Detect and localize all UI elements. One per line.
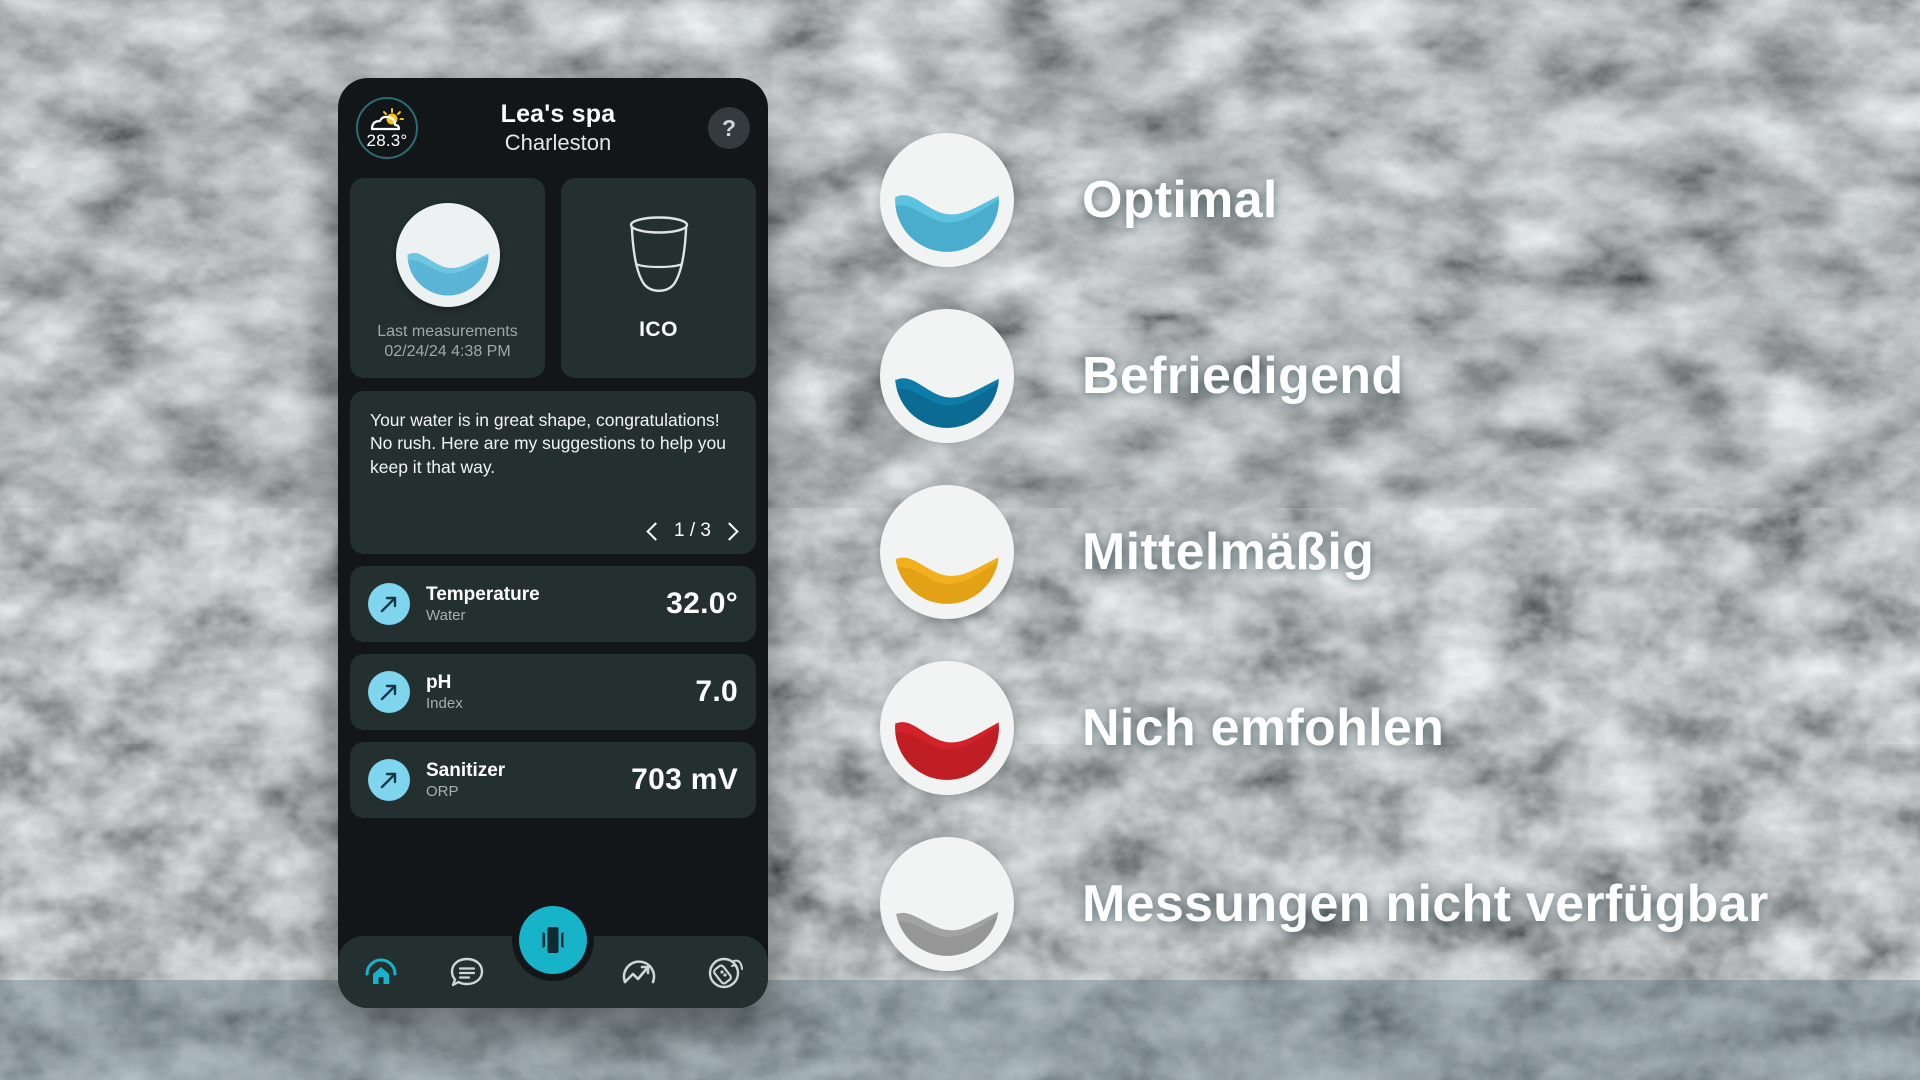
metric-value: 7.0: [695, 675, 738, 708]
metric-unit: Water: [426, 607, 466, 624]
legend-swatch-mittelmaessig: [880, 485, 1014, 619]
arrow-up-right-glyph: [380, 684, 397, 701]
legend-swatch-optimal: [880, 133, 1014, 267]
chevron-right-icon[interactable]: [720, 521, 739, 541]
advice-pager: 1 / 3: [370, 520, 739, 542]
ico-device-icon: [629, 216, 688, 292]
ico-device-label: ICO: [639, 318, 678, 341]
bottom-navigation: [338, 900, 768, 1008]
chevron-left-icon[interactable]: [646, 521, 665, 541]
wave-glyph: [895, 371, 999, 428]
metric-value: 703 mV: [631, 763, 738, 796]
wave-glyph: [407, 248, 488, 296]
legend-swatch-keine-messungen: [880, 837, 1014, 971]
phone-mockup: 28.3° Lea's spa Charleston ? Last measur…: [338, 78, 768, 1008]
weather-temperature: 28.3°: [366, 130, 408, 150]
trend-up-arrow-icon: [368, 759, 410, 801]
analytics-icon: [622, 960, 656, 984]
ico-device-card[interactable]: ICO: [561, 178, 756, 378]
chat-icon: [450, 957, 484, 987]
spa-name: Lea's spa: [500, 100, 616, 128]
metric-name: pH: [426, 672, 452, 693]
nav-item-chat[interactable]: [424, 955, 510, 989]
water-quality-legend: Optimal Befriedigend Mittelmäßig Nich em…: [880, 112, 1890, 992]
advice-message-text: Your water is in great shape, congratula…: [370, 410, 727, 477]
metric-name: Sanitizer: [426, 760, 506, 781]
help-button[interactable]: ?: [708, 107, 750, 149]
legend-label: Messungen nicht verfügbar: [1082, 875, 1769, 933]
legend-swatch-nicht-empfohlen: [880, 661, 1014, 795]
remote-icon: [708, 957, 743, 989]
trend-up-arrow-icon: [368, 583, 410, 625]
advice-page-indicator: 1 / 3: [674, 520, 711, 541]
metric-row-sanitizer[interactable]: Sanitizer ORP 703 mV: [350, 742, 756, 818]
legend-label: Befriedigend: [1082, 347, 1404, 405]
last-measurements-timestamp: 02/24/24 4:38 PM: [384, 343, 511, 360]
wave-glyph: [895, 550, 999, 604]
metric-value: 32.0°: [666, 587, 738, 620]
nav-item-analytics[interactable]: [596, 955, 682, 989]
legend-item-keine-messungen: Messungen nicht verfügbar: [880, 816, 1890, 992]
legend-label: Mittelmäßig: [1082, 523, 1375, 581]
metric-row-ph[interactable]: pH Index 7.0: [350, 654, 756, 730]
legend-label: Nich emfohlen: [1082, 699, 1445, 757]
metric-row-temperature[interactable]: Temperature Water 32.0°: [350, 566, 756, 642]
spa-location: Charleston: [504, 130, 612, 155]
legend-item-mittelmaessig: Mittelmäßig: [880, 464, 1890, 640]
water-quality-optimal-icon: [395, 203, 500, 307]
metric-rows: Temperature Water 32.0° pH Index 7.0 San…: [338, 554, 768, 818]
wave-glyph: [895, 188, 999, 252]
nav-item-home[interactable]: [338, 954, 424, 990]
arrow-up-right-glyph: [380, 772, 397, 789]
metric-unit: ORP: [426, 783, 459, 800]
wave-glyph: [895, 904, 999, 956]
spa-control-fab-button[interactable]: [519, 906, 587, 974]
trend-up-arrow-icon: [368, 671, 410, 713]
last-measurements-label: Last measurements: [377, 323, 518, 340]
spa-device-icon: [542, 927, 564, 953]
legend-swatch-befriedigend: [880, 309, 1014, 443]
home-icon: [365, 958, 397, 984]
legend-item-befriedigend: Befriedigend: [880, 288, 1890, 464]
summary-cards: Last measurements 02/24/24 4:38 PM ICO: [338, 178, 768, 378]
legend-item-optimal: Optimal: [880, 112, 1890, 288]
arrow-up-right-glyph: [380, 596, 397, 613]
metric-name: Temperature: [426, 584, 540, 605]
app-header: 28.3° Lea's spa Charleston ?: [338, 78, 768, 178]
metric-unit: Index: [426, 695, 463, 712]
wave-glyph: [895, 714, 999, 780]
spa-title-block: Lea's spa Charleston: [408, 100, 708, 156]
nav-item-remote[interactable]: [682, 955, 768, 989]
legend-label: Optimal: [1082, 171, 1278, 229]
advice-message-card: Your water is in great shape, congratula…: [350, 391, 756, 554]
last-measurements-card[interactable]: Last measurements 02/24/24 4:38 PM: [350, 178, 545, 378]
legend-item-nicht-empfohlen: Nich emfohlen: [880, 640, 1890, 816]
